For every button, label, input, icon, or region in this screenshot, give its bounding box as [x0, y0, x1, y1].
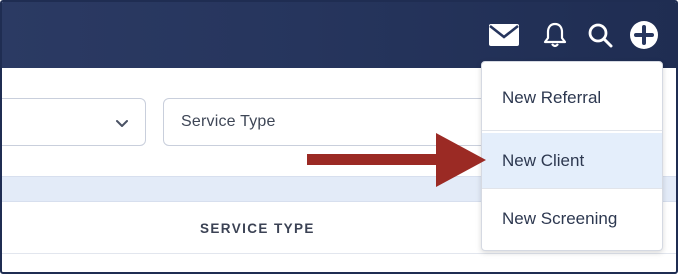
chevron-down-icon	[116, 120, 128, 127]
bell-icon[interactable]	[539, 22, 571, 48]
mail-icon[interactable]	[488, 22, 520, 48]
menu-item-new-client[interactable]: New Client	[482, 133, 662, 188]
service-type-placeholder: Service Type	[181, 113, 276, 130]
menu-divider	[482, 188, 662, 189]
menu-item-new-referral[interactable]: New Referral	[482, 66, 662, 130]
column-header-service-type[interactable]: SERVICE TYPE	[200, 221, 315, 236]
search-icon[interactable]	[584, 22, 616, 48]
filter-dropdown[interactable]	[2, 98, 146, 146]
annotation-arrow-icon	[307, 133, 486, 187]
add-new-menu: New Referral New Client New Screening	[481, 61, 663, 251]
top-navigation-bar	[2, 2, 676, 68]
menu-divider	[482, 130, 662, 131]
plus-circle-icon[interactable]	[628, 21, 660, 49]
app-frame: Service Type SERVICE TYPE New Referral N…	[0, 0, 678, 274]
menu-item-new-screening[interactable]: New Screening	[482, 190, 662, 248]
